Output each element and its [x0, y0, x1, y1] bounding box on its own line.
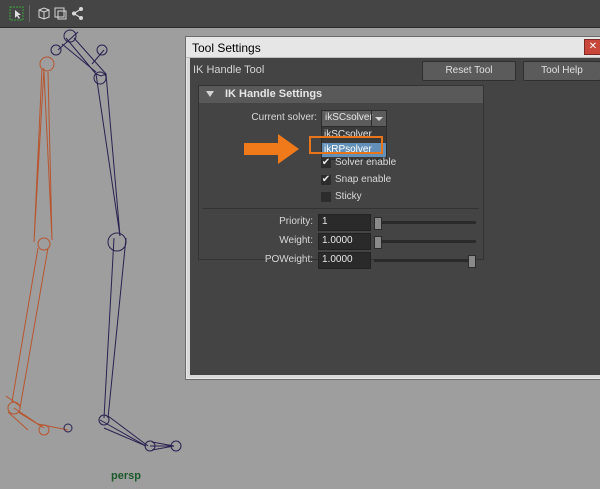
priority-field[interactable]: 1	[318, 214, 371, 231]
cube-icon[interactable]	[36, 6, 51, 21]
current-solver-dropdown[interactable]: ikSCsolver	[321, 110, 387, 127]
poweight-slider[interactable]	[374, 255, 476, 268]
settings-panel: IK Handle Tool Reset Tool Tool Help IK H…	[190, 58, 600, 375]
section-title: IK Handle Settings	[225, 88, 323, 100]
poweight-label: POWeight:	[264, 254, 313, 265]
ik-handle-settings-section: IK Handle Settings Current solver: ikSCs…	[198, 85, 484, 269]
dialog-title: Tool Settings	[192, 41, 261, 55]
weight-value: 1.0000	[322, 235, 353, 246]
weight-label: Weight:	[279, 235, 313, 246]
frame-icon[interactable]	[53, 6, 68, 21]
close-button[interactable]: ✕	[584, 39, 600, 55]
poweight-value: 1.0000	[322, 254, 353, 265]
snap-enable-checkbox[interactable]: ✔	[321, 175, 331, 185]
current-solver-label: Current solver:	[251, 112, 317, 123]
dropdown-arrow-icon[interactable]	[371, 111, 386, 126]
solver-enable-checkbox[interactable]: ✔	[321, 158, 331, 168]
snap-enable-label: Snap enable	[335, 174, 392, 185]
section-header[interactable]: IK Handle Settings	[199, 86, 483, 103]
weight-slider-handle[interactable]	[374, 236, 382, 249]
sticky-label: Sticky	[335, 191, 362, 202]
viewport-toolbar	[0, 0, 600, 28]
highlight-box	[309, 136, 383, 154]
reset-tool-button[interactable]: Reset Tool	[422, 61, 516, 81]
divider	[203, 208, 479, 209]
tool-help-button[interactable]: Tool Help	[523, 61, 600, 81]
dialog-titlebar[interactable]: Tool Settings ✕	[186, 37, 600, 58]
priority-slider[interactable]	[374, 217, 476, 230]
priority-label: Priority:	[279, 216, 313, 227]
tool-name: IK Handle Tool	[193, 64, 265, 76]
weight-field[interactable]: 1.0000	[318, 233, 371, 250]
sticky-checkbox[interactable]	[321, 192, 331, 202]
share-icon[interactable]	[70, 6, 85, 21]
annotation-arrow-icon	[244, 134, 299, 164]
priority-value: 1	[322, 216, 328, 227]
select-icon[interactable]	[9, 6, 24, 21]
poweight-slider-handle[interactable]	[468, 255, 476, 268]
tool-settings-dialog: Tool Settings ✕ IK Handle Tool Reset Too…	[185, 36, 600, 380]
camera-label: persp	[111, 470, 141, 482]
collapse-arrow-icon[interactable]	[206, 91, 214, 97]
weight-slider[interactable]	[374, 236, 476, 249]
priority-slider-handle[interactable]	[374, 217, 382, 230]
close-icon: ✕	[588, 41, 598, 52]
solver-enable-label: Solver enable	[335, 157, 397, 168]
current-solver-value: ikSCsolver	[325, 112, 373, 123]
poweight-field[interactable]: 1.0000	[318, 252, 371, 269]
